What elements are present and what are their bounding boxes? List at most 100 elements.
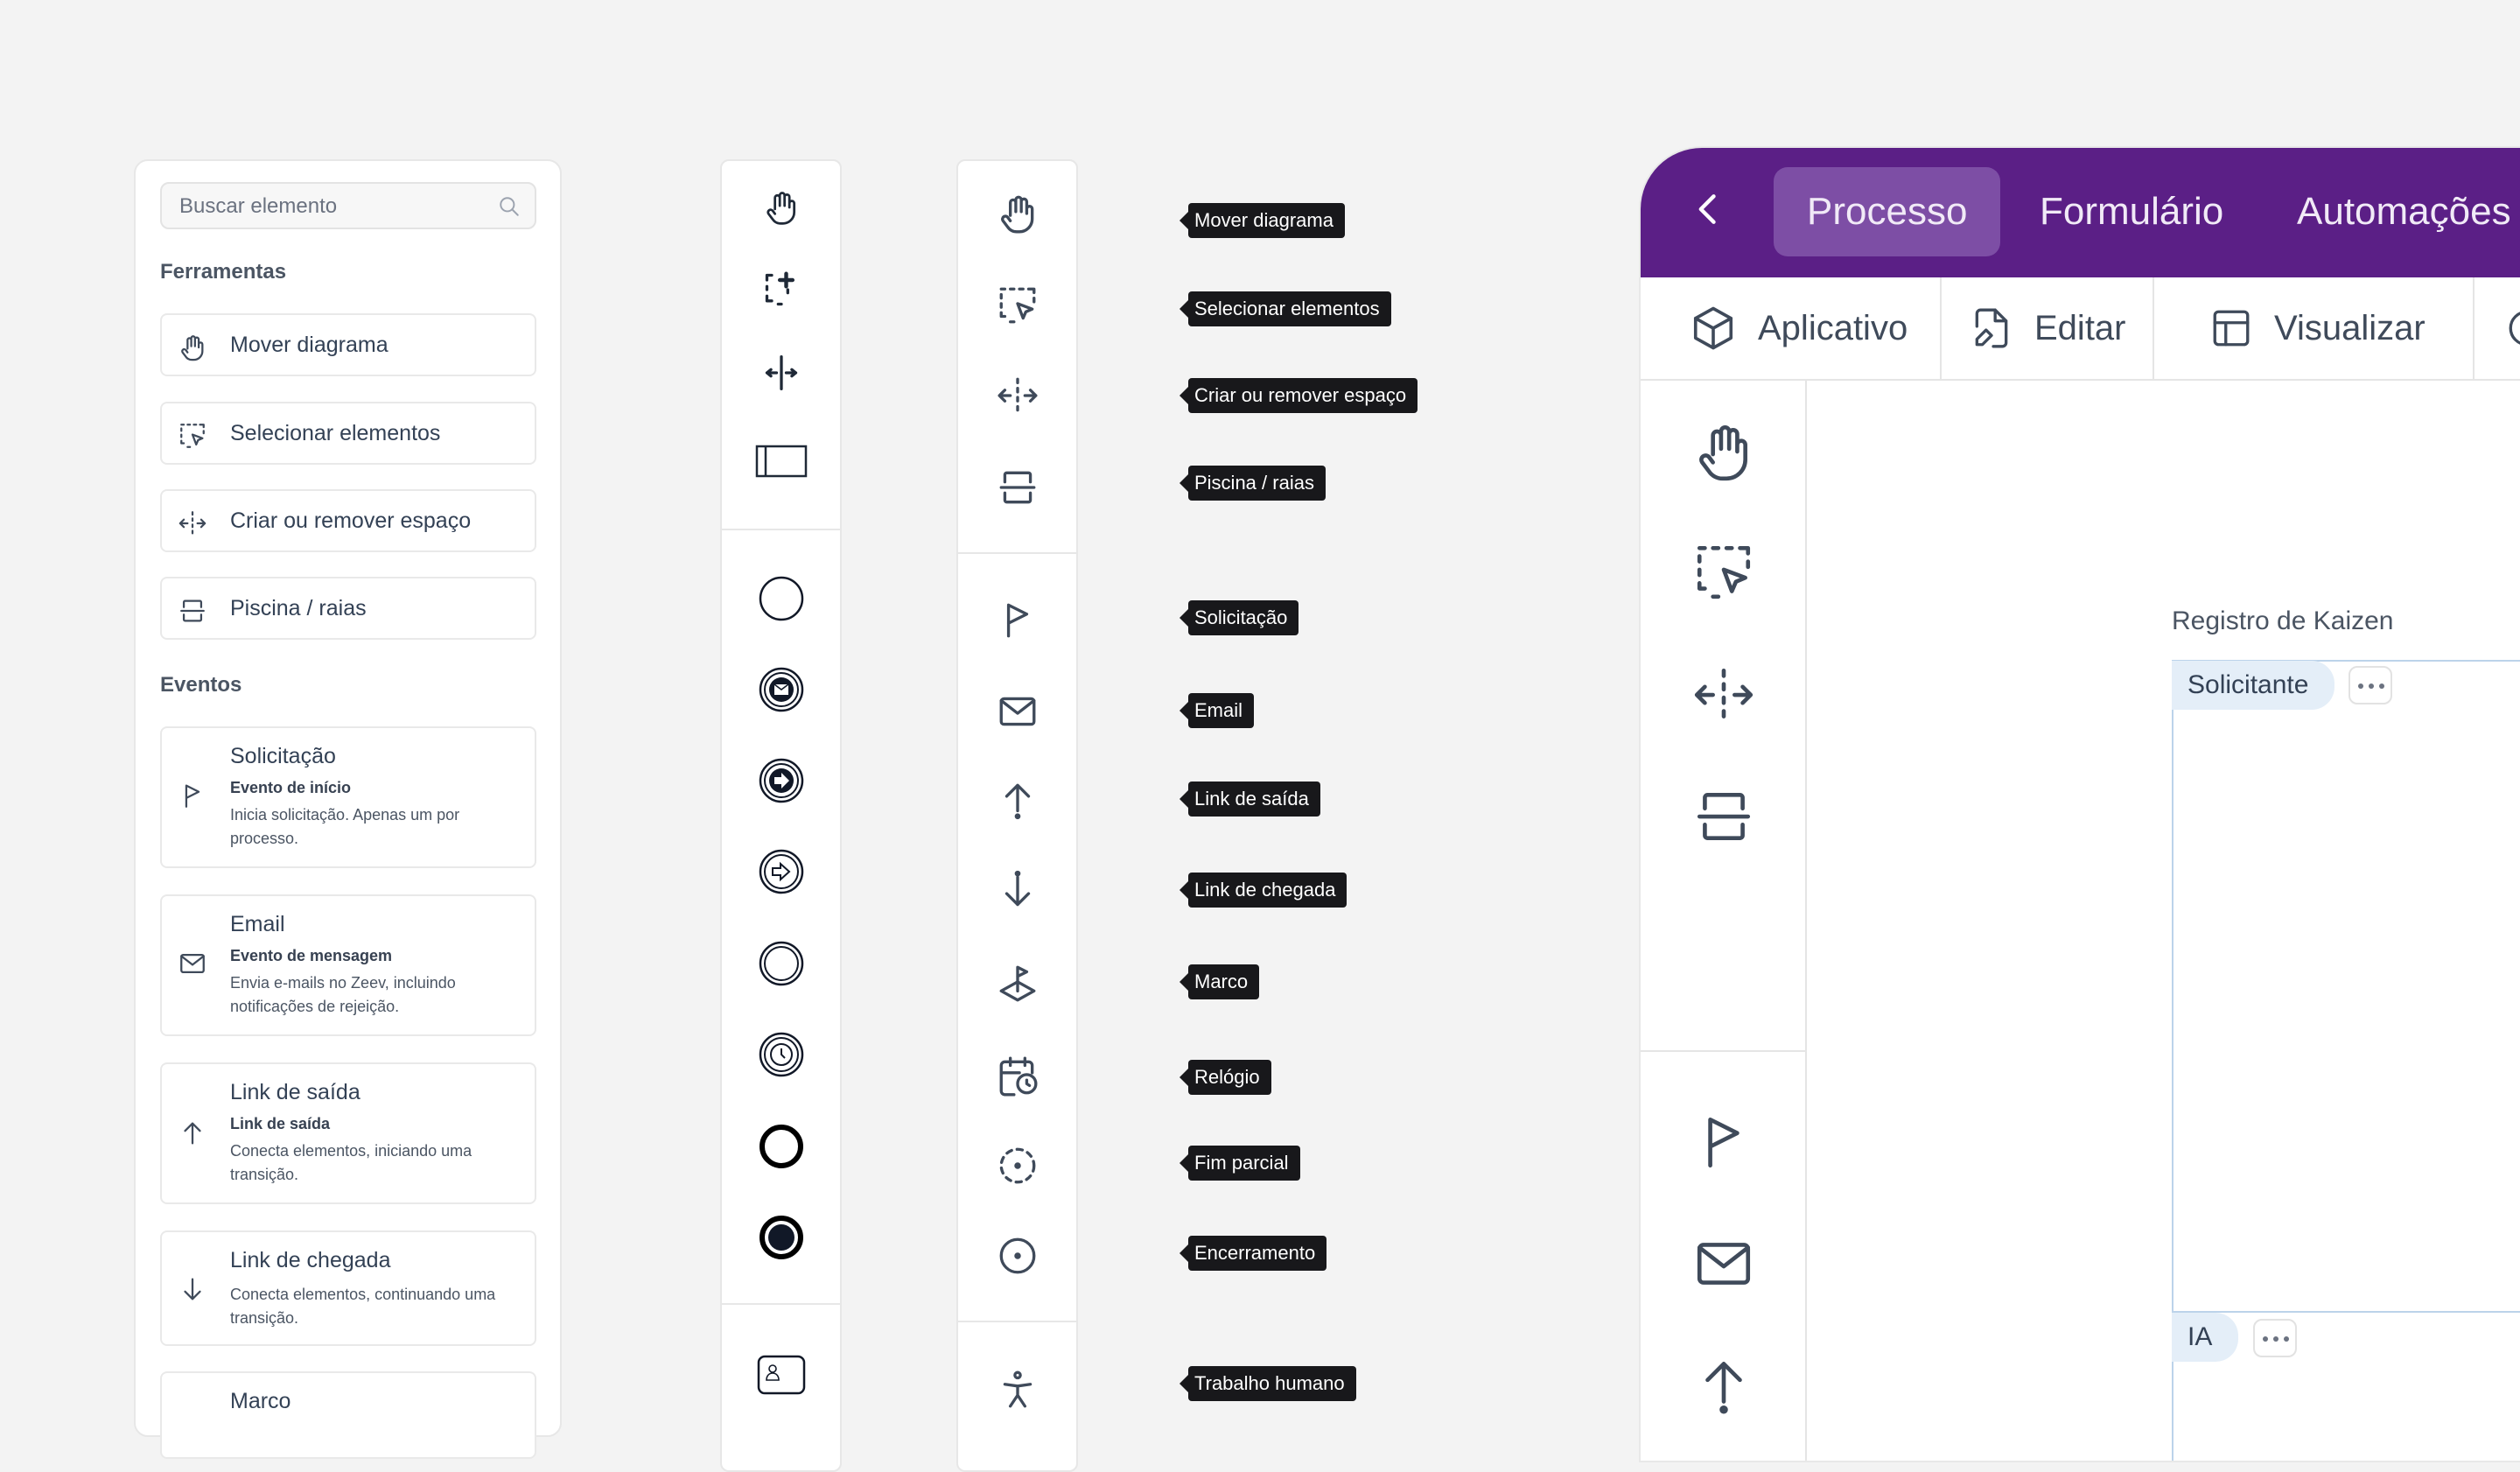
milestone-icon[interactable]	[996, 962, 1040, 1006]
lasso-select-icon[interactable]	[762, 270, 801, 309]
flag-icon[interactable]	[996, 598, 1040, 641]
lasso-select-icon	[178, 421, 207, 451]
tool-icon-toolbar	[956, 159, 1078, 1472]
search-box[interactable]	[160, 182, 536, 229]
element-panel: Ferramentas Mover diagrama Selecionar el…	[134, 159, 562, 1459]
message-intermediate-icon[interactable]	[758, 666, 805, 713]
event-subtitle: Evento de mensagem	[230, 947, 393, 964]
timer-event-icon[interactable]	[758, 1031, 805, 1078]
edit-button-label: Editar	[2034, 308, 2126, 347]
event-subtitle: Link de saída	[230, 1115, 331, 1132]
link-catch-icon[interactable]	[758, 848, 805, 895]
app-button[interactable]: Aplicativo	[1690, 277, 1908, 379]
pool-icon[interactable]	[755, 444, 808, 479]
tooltip-create-remove-space: Criar ou remover espaço	[1179, 378, 1418, 413]
tab-form[interactable]: Formulário	[2040, 167, 2223, 256]
tool-label: Selecionar elementos	[230, 421, 441, 445]
space-tool-icon	[178, 508, 207, 538]
tooltip-human-work: Trabalho humano	[1180, 1366, 1356, 1401]
dashed-circle-icon[interactable]	[996, 1144, 1040, 1188]
intermediate-event-icon[interactable]	[758, 940, 805, 987]
cube-icon	[1690, 305, 1737, 352]
view-button[interactable]: Visualizar	[2209, 277, 2426, 379]
lane-menu-button[interactable]	[2253, 1319, 2297, 1357]
space-tool-icon[interactable]	[996, 374, 1040, 417]
event-title: Solicitação	[230, 744, 336, 768]
event-description: Inicia solicitação. Apenas um por proces…	[230, 806, 460, 847]
tools-section-title: Ferramentas	[160, 260, 287, 284]
event-link-out[interactable]: Link de saída Link de saída Conecta elem…	[160, 1062, 536, 1204]
file-edit-icon	[1970, 306, 2013, 350]
event-title: Email	[230, 912, 285, 936]
end-event-icon[interactable]	[758, 1123, 805, 1170]
event-email[interactable]: Email Evento de mensagem Envia e-mails n…	[160, 894, 536, 1036]
app-window: Processo Formulário Automações Aplicativ…	[1641, 148, 2520, 1461]
arrow-down-icon	[178, 1274, 207, 1304]
search-input[interactable]	[178, 184, 496, 229]
lasso-select-icon[interactable]	[996, 284, 1040, 327]
events-section-title: Eventos	[160, 673, 242, 697]
user-task-icon[interactable]	[756, 1354, 807, 1396]
tooltip-link-out: Link de saída	[1180, 782, 1320, 817]
start-event-icon[interactable]	[758, 575, 805, 622]
app-button-label: Aplicativo	[1758, 308, 1908, 347]
arrow-down-icon[interactable]	[996, 870, 1040, 914]
link-throw-icon[interactable]	[758, 757, 805, 804]
arrow-up-icon	[178, 1118, 207, 1148]
arrow-up-icon[interactable]	[1691, 1353, 1756, 1418]
circle-dot-icon[interactable]	[996, 1234, 1040, 1278]
tooltip-move-diagram: Mover diagrama	[1180, 203, 1345, 238]
envelope-icon[interactable]	[1691, 1231, 1756, 1296]
chevron-left-icon[interactable]	[1690, 190, 1728, 228]
tooltip-milestone: Marco	[1179, 964, 1260, 999]
tool-pool-lanes[interactable]: Piscina / raias	[160, 577, 536, 640]
tooltip-select-elements: Selecionar elementos	[1180, 291, 1391, 326]
more-toolbar-icon[interactable]	[2505, 277, 2520, 379]
space-tool-icon[interactable]	[1691, 662, 1756, 727]
lane-menu-button[interactable]	[2348, 666, 2392, 704]
pool-lanes-icon[interactable]	[996, 466, 1040, 509]
lane-label-requester[interactable]: Solicitante	[2172, 661, 2335, 710]
tab-process[interactable]: Processo	[1774, 167, 2001, 256]
terminate-end-icon[interactable]	[758, 1214, 805, 1261]
layout-icon	[2209, 306, 2253, 350]
tooltip-clock: Relógio	[1180, 1060, 1271, 1095]
bpmn-toolbar	[720, 159, 842, 1472]
person-icon[interactable]	[996, 1368, 1040, 1412]
tool-label: Mover diagrama	[230, 333, 388, 357]
tooltip-end: Encerramento	[1179, 1236, 1327, 1271]
search-icon	[498, 195, 521, 218]
event-title: Link de chegada	[230, 1248, 391, 1272]
tool-create-remove-space[interactable]: Criar ou remover espaço	[160, 489, 536, 552]
tooltip-request: Solicitação	[1179, 600, 1299, 635]
event-description: Conecta elementos, iniciando uma transiç…	[230, 1142, 472, 1183]
hand-icon[interactable]	[762, 188, 801, 227]
tool-move-diagram[interactable]: Mover diagrama	[160, 313, 536, 376]
arrow-up-icon[interactable]	[996, 778, 1040, 822]
space-tool-icon[interactable]	[762, 354, 801, 392]
tab-automations[interactable]: Automações	[2297, 167, 2511, 256]
tool-label: Piscina / raias	[230, 596, 367, 620]
event-milestone[interactable]: Marco	[160, 1371, 536, 1459]
tool-select-elements[interactable]: Selecionar elementos	[160, 402, 536, 465]
envelope-icon[interactable]	[996, 690, 1040, 733]
app-header: Processo Formulário Automações	[1641, 148, 2520, 277]
pool-lanes-icon[interactable]	[1691, 784, 1756, 849]
event-link-in[interactable]: Link de chegada Conecta elementos, conti…	[160, 1230, 536, 1346]
hand-icon[interactable]	[996, 192, 1040, 235]
envelope-icon	[178, 949, 207, 978]
tooltip-email: Email	[1179, 693, 1255, 728]
event-request[interactable]: Solicitação Evento de início Inicia soli…	[160, 726, 536, 868]
calendar-clock-icon[interactable]	[996, 1055, 1040, 1098]
app-toolbar: Aplicativo Editar Visualizar	[1641, 277, 2520, 381]
view-button-label: Visualizar	[2274, 308, 2426, 347]
edit-button[interactable]: Editar	[1970, 277, 2126, 379]
tooltip-pool-lanes: Piscina / raias	[1180, 466, 1326, 501]
process-title: Registro de Kaizen	[2172, 606, 2394, 635]
canvas-tool-sidebar	[1641, 381, 1807, 1461]
hand-icon[interactable]	[1691, 419, 1756, 484]
lasso-select-icon[interactable]	[1691, 540, 1756, 605]
flag-icon[interactable]	[1691, 1109, 1756, 1174]
tool-label: Criar ou remover espaço	[230, 508, 472, 533]
lane-label-ai[interactable]: IA	[2172, 1313, 2239, 1362]
